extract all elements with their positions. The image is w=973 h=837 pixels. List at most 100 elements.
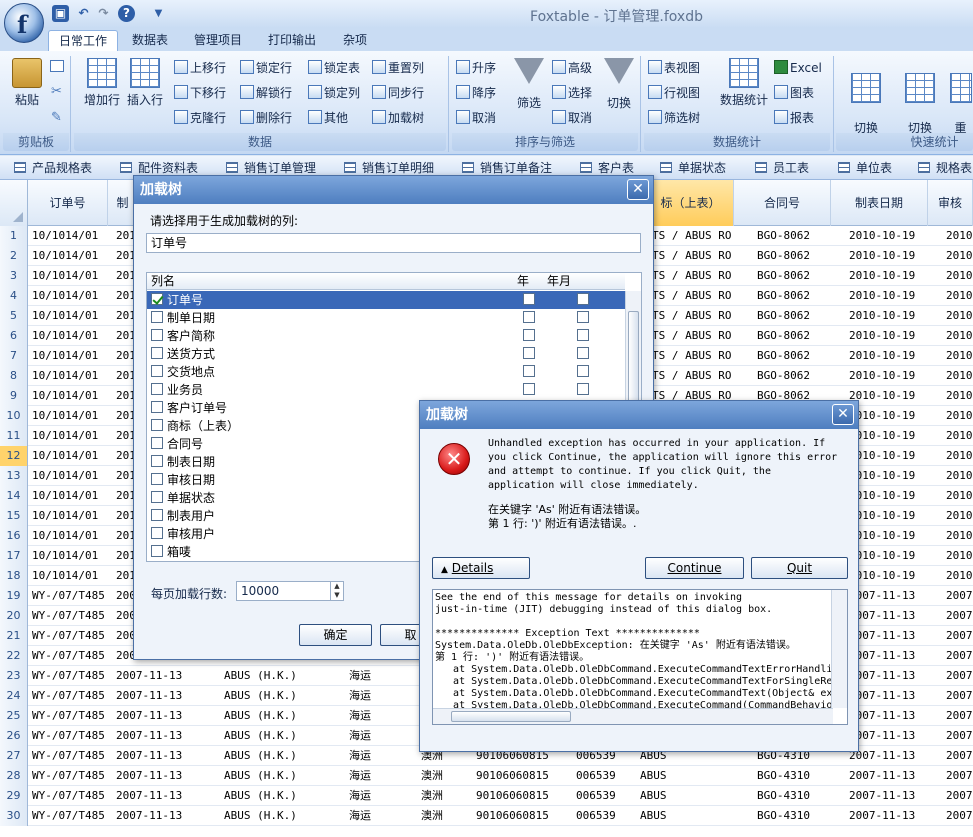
quit-button[interactable]: Quit <box>751 557 848 579</box>
month-checkbox[interactable] <box>577 329 589 341</box>
grid-cell[interactable]: 2007 <box>946 706 973 726</box>
filter-button[interactable]: 筛选 <box>512 58 546 111</box>
grid-cell[interactable]: WY-/07/T485 <box>32 586 108 606</box>
grid-cell[interactable]: 2010-10-19 <box>849 466 924 486</box>
grid-cell[interactable]: 2010-10-19 <box>849 446 924 466</box>
row-number[interactable]: 24 <box>0 686 28 706</box>
grid-cell[interactable]: 海运 <box>349 666 389 686</box>
column-checkbox[interactable] <box>151 509 163 521</box>
grid-cell[interactable]: ABUS (H.K.) <box>224 786 334 806</box>
grid-cell[interactable]: TS / ABUS RO <box>652 326 732 346</box>
grid-cell[interactable]: WY-/07/T485 <box>32 706 108 726</box>
grid-cell[interactable]: 10/1014/01 <box>32 386 108 406</box>
column-list-item[interactable]: 交货地点 <box>147 363 625 381</box>
grid-cell[interactable]: 2010 <box>946 226 973 246</box>
ribbon-tab-datatable[interactable]: 数据表 <box>122 30 178 52</box>
scrollbar-thumb[interactable] <box>451 711 571 722</box>
table-row[interactable]: 29 WY-/07/T485 2007-11-13 ABUS (H.K.) 海运 澳洲 90… <box>0 786 973 806</box>
column-checkbox[interactable] <box>151 401 163 413</box>
grid-cell[interactable]: 10/1014/01 <box>32 346 108 366</box>
year-checkbox[interactable] <box>523 365 535 377</box>
grid-cell[interactable]: 2007 <box>946 746 973 766</box>
column-checkbox[interactable] <box>151 329 163 341</box>
column-list-item[interactable]: 客户简称 <box>147 327 625 345</box>
row-number[interactable]: 23 <box>0 666 28 686</box>
insert-row-button[interactable]: 插入行 <box>125 58 165 108</box>
details-horizontal-scrollbar[interactable] <box>433 708 833 724</box>
table-row[interactable]: 30 WY-/07/T485 2007-11-13 ABUS (H.K.) 海运 澳洲 90… <box>0 806 973 826</box>
sync-row-button[interactable]: 同步行 <box>372 83 424 103</box>
grid-cell[interactable]: 2010 <box>946 306 973 326</box>
grid-cell[interactable]: 10/1014/01 <box>32 466 108 486</box>
grid-cell[interactable]: TS / ABUS RO <box>652 306 732 326</box>
grid-cell[interactable]: 006539 <box>576 766 631 786</box>
cancel-sort-button[interactable]: 取消 <box>456 108 496 128</box>
row-number[interactable]: 19 <box>0 586 28 606</box>
year-checkbox[interactable] <box>523 329 535 341</box>
grid-cell[interactable]: 2007-11-13 <box>116 786 186 806</box>
grid-cell[interactable]: ABUS (H.K.) <box>224 806 334 826</box>
month-checkbox[interactable] <box>577 383 589 395</box>
row-number[interactable]: 15 <box>0 506 28 526</box>
scrollbar-thumb[interactable] <box>628 311 639 411</box>
advanced-filter-button[interactable]: 高级 <box>552 58 592 78</box>
grid-cell[interactable]: WY-/07/T485 <box>32 726 108 746</box>
grid-cell[interactable]: 2010-10-19 <box>849 406 924 426</box>
grid-cell[interactable]: 10/1014/01 <box>32 266 108 286</box>
grid-cell[interactable]: 2010 <box>946 446 973 466</box>
column-list-item[interactable]: 订单号 <box>147 291 625 309</box>
row-number[interactable]: 18 <box>0 566 28 586</box>
ribbon-tab-daily[interactable]: 日常工作 <box>48 30 119 52</box>
close-icon[interactable]: ✕ <box>832 404 854 425</box>
cancel-filter-button[interactable]: 取消 <box>552 108 592 128</box>
ribbon-tab-misc[interactable]: 杂项 <box>333 30 377 52</box>
row-number[interactable]: 2 <box>0 246 28 266</box>
grid-cell[interactable]: 2007-11-13 <box>116 666 186 686</box>
month-checkbox[interactable] <box>577 365 589 377</box>
grid-cell[interactable]: 2010-10-19 <box>849 266 924 286</box>
close-icon[interactable]: ✕ <box>627 179 649 200</box>
select-filter-button[interactable]: 选择 <box>552 83 592 103</box>
grid-cell[interactable]: 2010 <box>946 426 973 446</box>
grid-cell[interactable]: ABUS <box>640 806 700 826</box>
grid-cell[interactable]: 10/1014/01 <box>32 546 108 566</box>
row-number[interactable]: 9 <box>0 386 28 406</box>
month-checkbox[interactable] <box>577 311 589 323</box>
grid-cell[interactable]: 澳洲 <box>421 806 461 826</box>
table-row[interactable]: 28 WY-/07/T485 2007-11-13 ABUS (H.K.) 海运 澳洲 90… <box>0 766 973 786</box>
grid-cell[interactable]: BGO-8062 <box>757 306 827 326</box>
grid-cell[interactable]: WY-/07/T485 <box>32 786 108 806</box>
row-number[interactable]: 10 <box>0 406 28 426</box>
grid-cell[interactable]: 2007 <box>946 766 973 786</box>
month-checkbox[interactable] <box>577 293 589 305</box>
grid-cell[interactable]: 2007 <box>946 726 973 746</box>
excel-button[interactable]: Excel <box>774 58 822 78</box>
grid-cell[interactable]: 2010-10-19 <box>849 286 924 306</box>
grid-cell[interactable]: 2010 <box>946 546 973 566</box>
continue-button[interactable]: Continue <box>645 557 744 579</box>
grid-cell[interactable]: 2007 <box>946 606 973 626</box>
grid-cell[interactable]: 90106060815 <box>476 786 566 806</box>
grid-cell[interactable]: 2007-11-13 <box>849 706 924 726</box>
grid-cell[interactable]: ABUS (H.K.) <box>224 706 334 726</box>
grid-cell[interactable]: TS / ABUS RO <box>652 226 732 246</box>
grid-cell[interactable]: 2010 <box>946 466 973 486</box>
grid-cell[interactable]: 2007-11-13 <box>849 766 924 786</box>
column-checkbox[interactable] <box>151 419 163 431</box>
grid-cell[interactable]: ABUS (H.K.) <box>224 686 334 706</box>
column-header[interactable]: 订单号 <box>28 180 108 226</box>
row-number[interactable]: 1 <box>0 226 28 246</box>
table-tab[interactable]: 产品规格表 <box>14 160 92 177</box>
grid-cell[interactable]: 2010-10-19 <box>849 546 924 566</box>
grid-cell[interactable]: 海运 <box>349 726 389 746</box>
ribbon-tab-manage[interactable]: 管理项目 <box>184 30 252 52</box>
column-checkbox[interactable] <box>151 383 163 395</box>
grid-cell[interactable]: 2007-11-13 <box>116 706 186 726</box>
grid-cell[interactable]: WY-/07/T485 <box>32 646 108 666</box>
grid-cell[interactable]: 10/1014/01 <box>32 366 108 386</box>
grid-cell[interactable]: ABUS (H.K.) <box>224 666 334 686</box>
report-button[interactable]: 报表 <box>774 108 814 128</box>
load-tree-button[interactable]: 加载树 <box>372 108 424 128</box>
grid-cell[interactable]: 2007 <box>946 686 973 706</box>
exception-details-text[interactable]: See the end of this message for details … <box>432 589 848 725</box>
